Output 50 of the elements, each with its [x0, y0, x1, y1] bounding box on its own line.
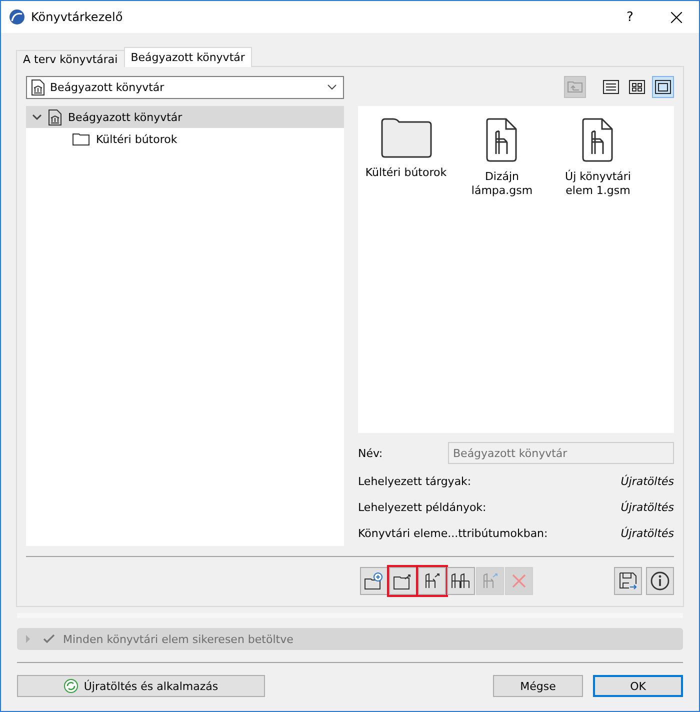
library-dropdown[interactable]: Beágyazott könyvtár [26, 76, 344, 98]
folder-icon [72, 132, 90, 146]
field-label: Lehelyezett tárgyak: [358, 474, 472, 488]
window-title: Könyvtárkezelő [31, 10, 124, 24]
info-icon [650, 571, 670, 591]
reload-value: Újratöltés [620, 474, 674, 488]
field-label: Könyvtári eleme...ttribútumokban: [358, 526, 548, 540]
chairs-icon [450, 571, 472, 591]
field-label: Név: [358, 446, 383, 460]
library-icon [48, 108, 62, 126]
toolbar-button[interactable] [614, 567, 642, 595]
folder-arrow-icon [393, 572, 413, 590]
close-icon [670, 12, 682, 22]
item-label[interactable]: Dizájn lámpa.gsm [456, 170, 548, 198]
view-toggle[interactable] [652, 76, 674, 98]
preview-view-icon [655, 80, 671, 94]
refresh-icon [64, 679, 78, 693]
reload-apply-button[interactable]: Újratöltés és alkalmazás [17, 675, 265, 697]
cancel-button[interactable]: Mégse [493, 675, 583, 697]
chair-file-icon [486, 118, 518, 162]
toolbar-button[interactable] [447, 567, 475, 595]
toolbar-button[interactable] [646, 567, 674, 595]
field-label: Lehelyezett példányok: [358, 500, 486, 514]
check-icon [43, 634, 55, 644]
item-label[interactable]: Új könyvtári elem 1.gsm [552, 170, 644, 198]
toolbar-button[interactable] [418, 567, 446, 595]
status-text: Minden könyvtári elem sikeresen betöltve [63, 632, 294, 646]
name-field[interactable]: Beágyazott könyvtár [448, 442, 674, 464]
toolbar-button[interactable] [360, 567, 388, 595]
list-view-icon [603, 80, 619, 94]
save-icon [618, 571, 638, 591]
tree-item[interactable]: Beágyazott könyvtár [26, 106, 344, 128]
tree-item[interactable]: Kültéri bútorok [26, 128, 344, 150]
tab[interactable]: Beágyazott könyvtár [124, 47, 252, 67]
toolbar-button[interactable] [389, 567, 417, 595]
caret-icon [327, 84, 337, 90]
reload-value: Újratöltés [620, 500, 674, 514]
tab[interactable]: A terv könyvtárai [16, 50, 125, 67]
item-label[interactable]: Kültéri bútorok [360, 166, 452, 180]
help-button[interactable]: ? [607, 1, 653, 33]
delete-icon [511, 573, 527, 589]
folder-icon [380, 118, 432, 158]
new-folder-icon [364, 572, 384, 590]
chair-file-icon [582, 118, 614, 162]
library-icon [31, 78, 45, 96]
ok-button[interactable]: OK [593, 675, 683, 697]
app-logo-icon [9, 9, 25, 25]
folder-up-icon [567, 81, 583, 93]
grid-view-icon [629, 80, 645, 94]
reload-value: Újratöltés [620, 526, 674, 540]
